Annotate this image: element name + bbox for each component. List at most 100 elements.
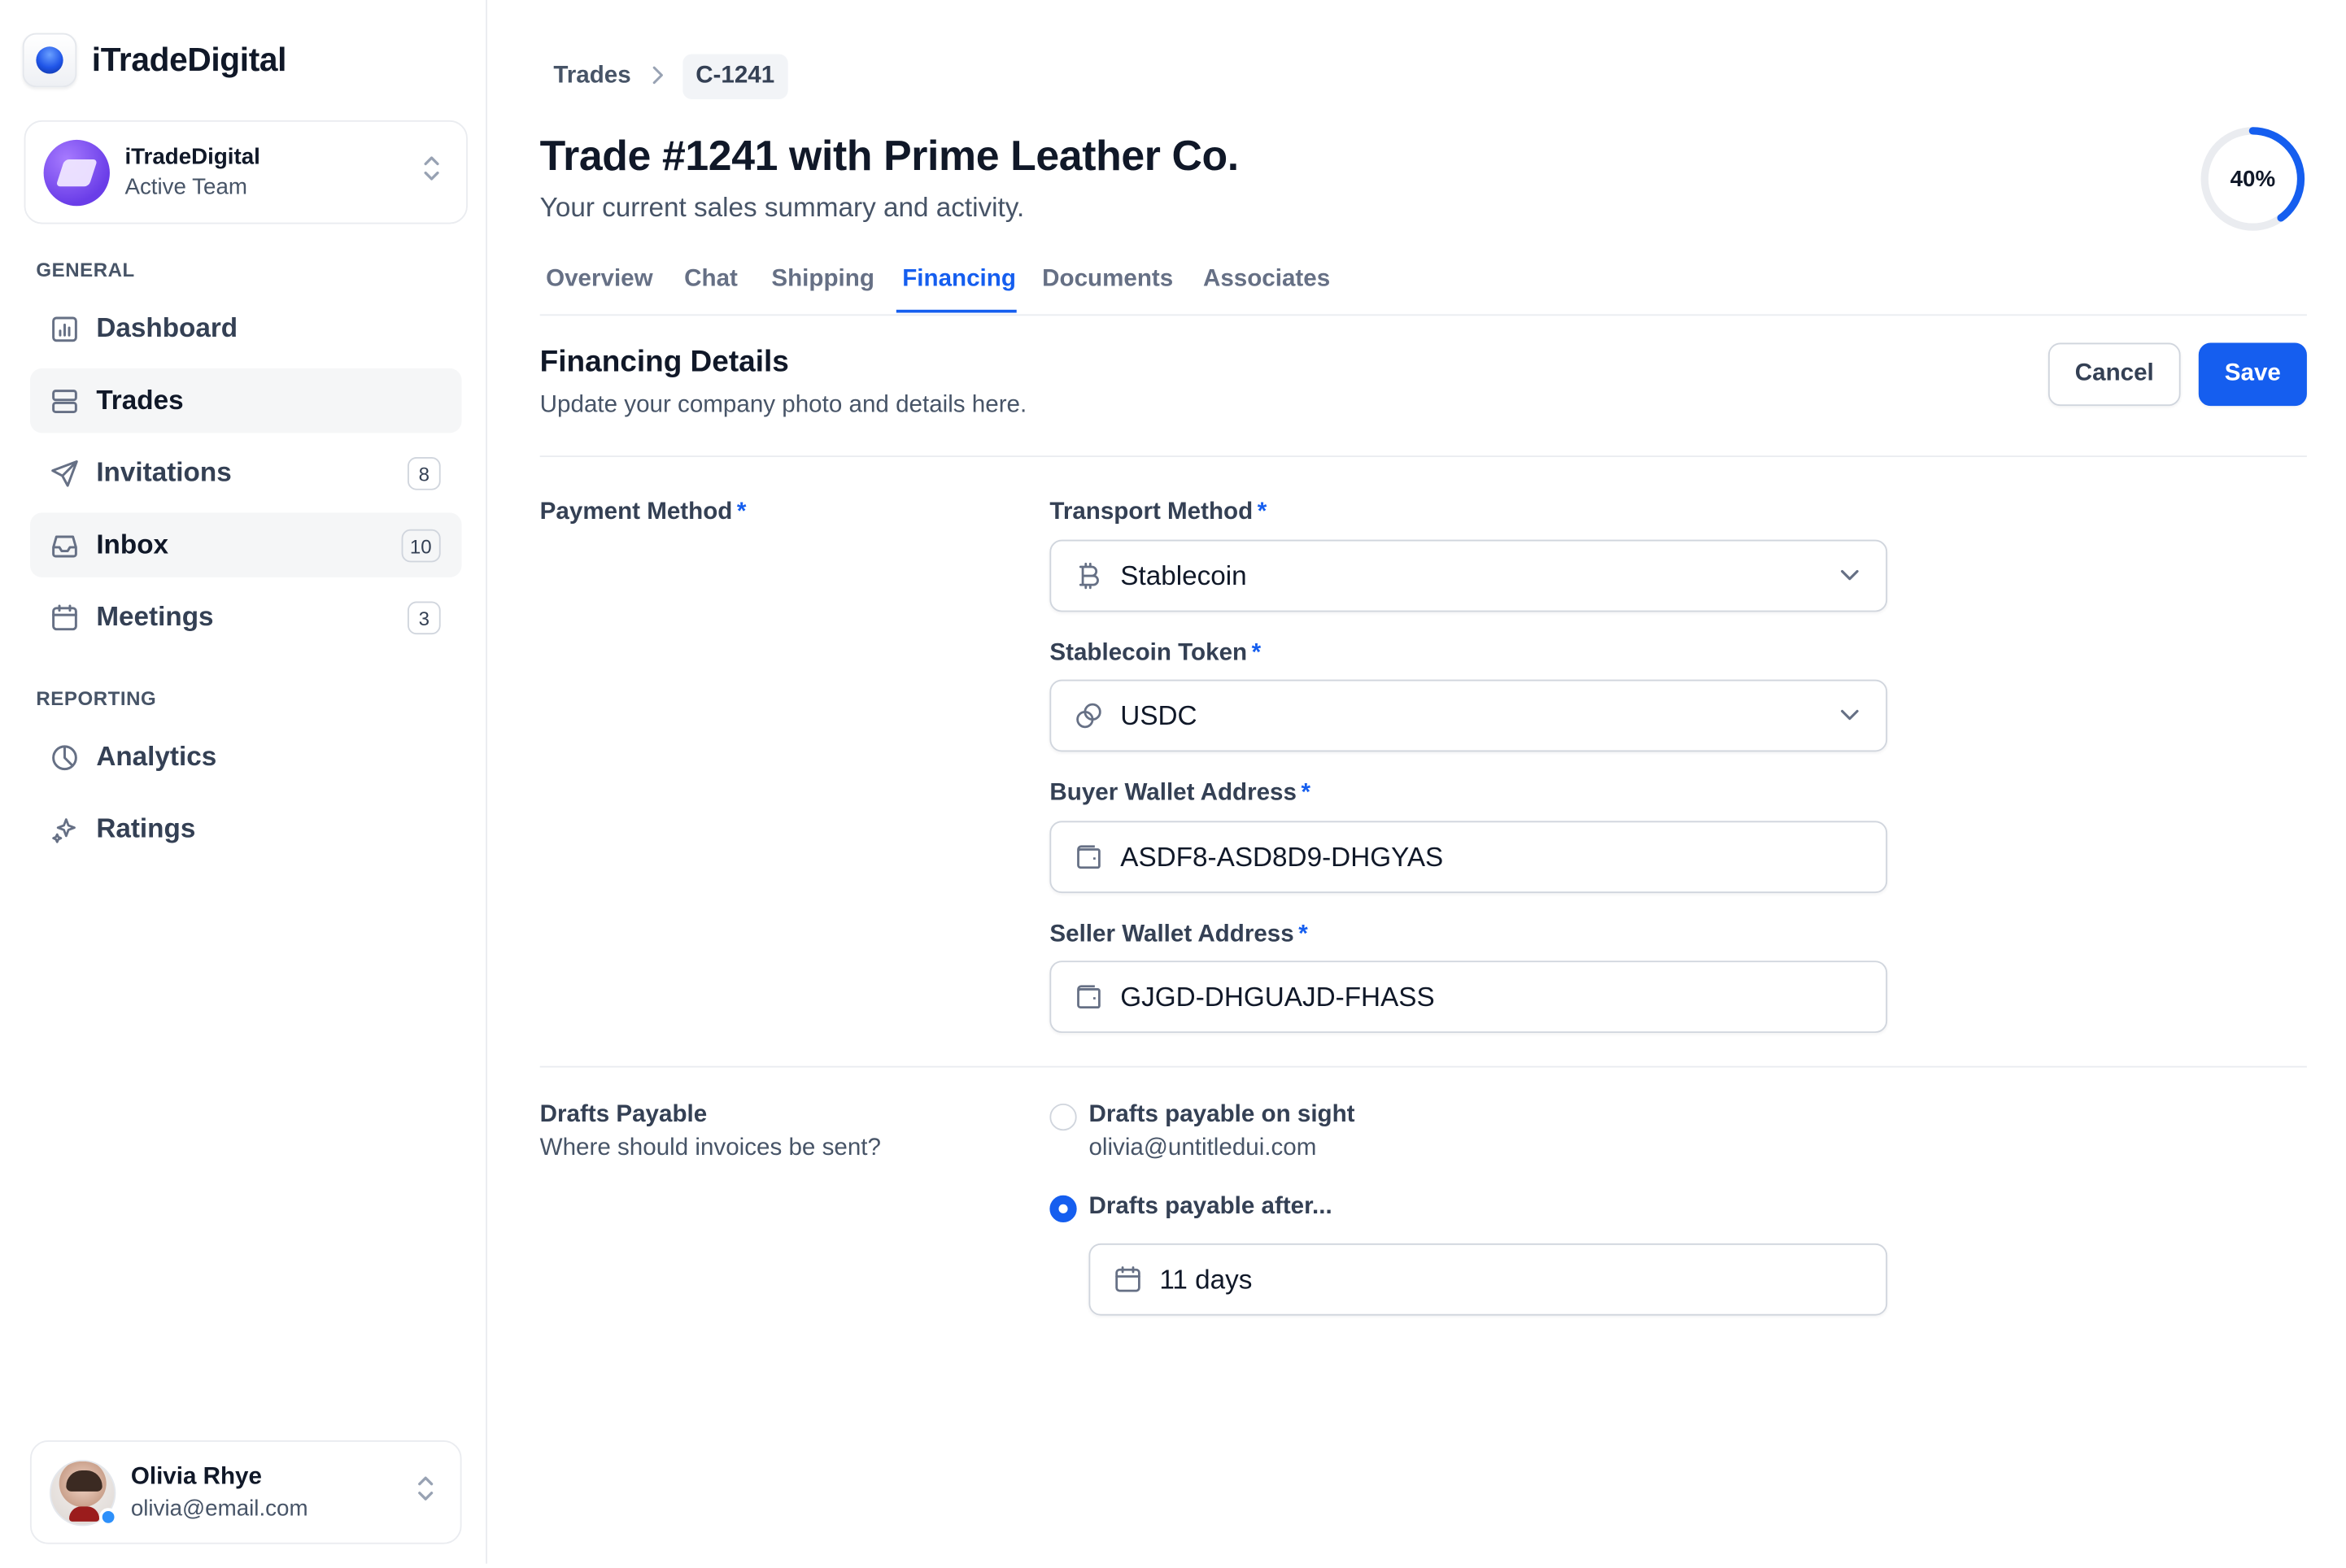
breadcrumb-current: C-1241 — [682, 54, 788, 100]
coins-icon — [1072, 699, 1105, 733]
drafts-days-input[interactable]: 11 days — [1088, 1243, 1888, 1316]
sparkles-icon — [48, 812, 81, 846]
transport-method-value: Stablecoin — [1120, 560, 1247, 590]
sidebar-item-trades[interactable]: Trades — [29, 368, 462, 433]
sidebar-item-analytics[interactable]: Analytics — [30, 725, 462, 789]
radio-drafts-after[interactable] — [1049, 1195, 1077, 1222]
bitcoin-icon — [1072, 560, 1105, 593]
tab-documents[interactable]: Documents — [1042, 266, 1173, 293]
page-title: Trade #1241 with Prime Leather Co. — [539, 132, 1239, 179]
stablecoin-token-select[interactable]: USDC — [1049, 679, 1888, 752]
section-title: Financing Details — [539, 346, 789, 379]
tab-financing[interactable]: Financing — [902, 266, 1016, 293]
radio-drafts-on-sight-email: olivia@untitledui.com — [1088, 1135, 1317, 1161]
buyer-wallet-value: ASDF8-ASD8D9-DHGYAS — [1120, 841, 1444, 872]
send-icon — [48, 456, 81, 490]
server-icon — [48, 384, 81, 417]
chevron-down-icon — [1838, 702, 1862, 734]
required-mark: * — [736, 499, 747, 525]
active-tab-indicator — [896, 309, 1017, 313]
drafts-payable-title: Drafts Payable — [539, 1102, 708, 1128]
cancel-button[interactable]: Cancel — [2047, 342, 2181, 407]
user-menu[interactable]: Olivia Rhye olivia@email.com — [29, 1440, 462, 1544]
buyer-wallet-label-text: Buyer Wallet Address — [1049, 780, 1297, 806]
breadcrumb-trades-link[interactable]: Trades — [553, 63, 630, 90]
wallet-icon — [1072, 980, 1105, 1013]
section-subtitle: Update your company photo and details he… — [539, 392, 1027, 418]
tab-bar: Overview Chat Shipping Financing Documen… — [539, 253, 2307, 316]
transport-method-select[interactable]: Stablecoin — [1049, 539, 1888, 612]
tab-chat[interactable]: Chat — [684, 266, 738, 293]
payment-method-label-text: Payment Method — [539, 499, 733, 525]
chevron-right-icon — [649, 64, 664, 89]
avatar — [50, 1459, 118, 1526]
team-switcher[interactable]: iTradeDigital Active Team — [24, 120, 468, 224]
buyer-wallet-input[interactable]: ASDF8-ASD8D9-DHGYAS — [1049, 821, 1888, 894]
divider — [539, 455, 2307, 458]
brand[interactable]: iTradeDigital — [22, 33, 287, 88]
seller-wallet-label: Seller Wallet Address * — [1049, 921, 1307, 948]
wallet-icon — [1072, 840, 1105, 873]
sidebar-item-ratings[interactable]: Ratings — [30, 797, 462, 861]
chevron-selector-icon — [415, 1475, 436, 1510]
count-badge: 3 — [407, 601, 441, 635]
sidebar-item-label: Ratings — [96, 813, 196, 844]
page-subtitle: Your current sales summary and activity. — [539, 192, 1025, 223]
count-badge: 8 — [407, 457, 441, 490]
radio-drafts-after-label[interactable]: Drafts payable after... — [1088, 1194, 1332, 1221]
sidebar-item-invitations[interactable]: Invitations 8 — [30, 441, 462, 505]
buyer-wallet-label: Buyer Wallet Address * — [1049, 780, 1310, 807]
sidebar-item-label: Analytics — [96, 741, 217, 772]
chevron-selector-icon — [421, 155, 443, 189]
user-email: olivia@email.com — [130, 1495, 308, 1521]
radio-drafts-on-sight[interactable] — [1049, 1103, 1077, 1131]
team-name: iTradeDigital — [124, 144, 260, 170]
team-avatar — [43, 139, 110, 206]
required-mark: * — [1257, 499, 1267, 525]
calendar-icon — [1111, 1263, 1145, 1296]
seller-wallet-input[interactable]: GJGD-DHGUAJD-FHASS — [1049, 960, 1888, 1034]
drafts-payable-subtitle: Where should invoices be sent? — [539, 1135, 881, 1161]
stablecoin-token-label: Stablecoin Token * — [1049, 641, 1261, 668]
count-badge: 10 — [400, 529, 441, 563]
sidebar-item-label: Invitations — [96, 457, 232, 487]
drafts-days-value: 11 days — [1159, 1263, 1253, 1294]
section-label-reporting: REPORTING — [36, 686, 157, 710]
app-root: iTradeDigital iTradeDigital Active Team … — [0, 0, 2346, 1564]
section-label-general: GENERAL — [36, 258, 135, 281]
user-name: Olivia Rhye — [130, 1463, 262, 1490]
transport-method-label-text: Transport Method — [1049, 499, 1254, 525]
sidebar-item-dashboard[interactable]: Dashboard — [30, 296, 462, 360]
seller-wallet-value: GJGD-DHGUAJD-FHASS — [1120, 981, 1435, 1012]
brand-name: iTradeDigital — [91, 40, 287, 79]
sidebar-item-label: Meetings — [96, 601, 214, 632]
progress-ring: 40% — [2199, 124, 2307, 233]
brand-logo — [22, 33, 77, 88]
breadcrumb: Trades C-1241 — [553, 54, 788, 100]
sidebar-item-label: Inbox — [96, 529, 169, 560]
inbox-icon — [48, 529, 81, 562]
sidebar-item-label: Dashboard — [96, 312, 238, 343]
tab-overview[interactable]: Overview — [546, 266, 653, 293]
stablecoin-token-label-text: Stablecoin Token — [1049, 640, 1248, 666]
sidebar: iTradeDigital iTradeDigital Active Team … — [0, 0, 487, 1564]
tab-associates[interactable]: Associates — [1203, 266, 1330, 293]
radio-drafts-on-sight-label[interactable]: Drafts payable on sight — [1088, 1102, 1354, 1129]
seller-wallet-label-text: Seller Wallet Address — [1049, 921, 1294, 947]
payment-method-label: Payment Method * — [540, 499, 747, 526]
team-subtitle: Active Team — [124, 174, 247, 200]
pie-chart-icon — [48, 740, 81, 773]
transport-method-label: Transport Method * — [1049, 499, 1267, 526]
tab-shipping[interactable]: Shipping — [771, 266, 874, 293]
required-mark: * — [1301, 780, 1311, 806]
save-button[interactable]: Save — [2198, 342, 2307, 407]
required-mark: * — [1298, 921, 1308, 947]
sidebar-item-label: Trades — [96, 385, 184, 416]
calendar-icon — [48, 601, 81, 634]
sidebar-item-meetings[interactable]: Meetings 3 — [30, 585, 462, 649]
required-mark: * — [1251, 640, 1262, 666]
bar-chart-icon — [48, 312, 81, 346]
sidebar-item-inbox[interactable]: Inbox 10 — [29, 512, 462, 577]
divider — [539, 1065, 2307, 1068]
progress-percentage: 40% — [2230, 166, 2276, 192]
